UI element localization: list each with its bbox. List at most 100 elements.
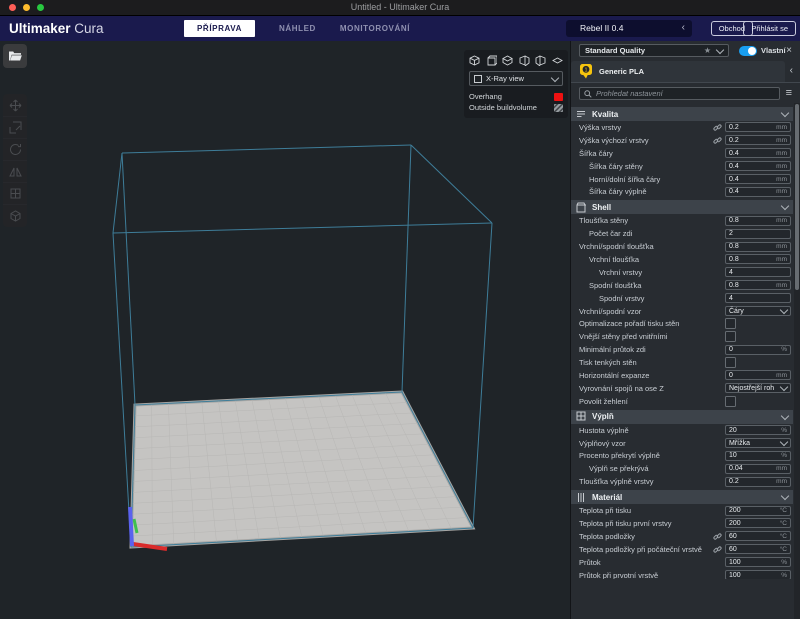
view-3d-icon [469,55,480,66]
setting-value-field[interactable]: 0.8 mm [725,216,791,226]
tab-monitor[interactable]: MONITOROVÁNÍ [340,24,410,33]
setting-dropdown[interactable]: Mřížka [725,438,791,448]
setting-checkbox[interactable] [725,396,736,407]
view-mode-dropdown[interactable]: X-Ray view [469,71,563,86]
legend-item: Overhang [469,91,563,102]
chevron-left-icon: ‹ [682,20,685,36]
setting-checkbox[interactable] [725,331,736,342]
printer-selector[interactable]: Rebel II 0.4 ‹ [566,20,692,37]
open-file-button[interactable] [3,44,27,68]
setting-checkbox[interactable] [725,318,736,329]
tab-prepare[interactable]: PŘÍPRAVA [184,20,255,37]
move-tool-button[interactable] [3,95,27,117]
setting-value-field[interactable]: 0.8 mm [725,280,791,290]
setting-row: Teplota podložky při počáteční vrstvě 60… [579,543,792,556]
rotate-tool-button[interactable] [3,139,27,161]
scale-icon [9,121,22,134]
setting-value-field[interactable]: 100 % [725,557,791,567]
view-top-button[interactable] [502,55,513,66]
setting-value-field[interactable]: 10 % [725,451,791,461]
legend-swatch [554,104,563,112]
tab-preview[interactable]: NÁHLED [279,24,316,33]
setting-value-field[interactable]: 0.4 mm [725,174,791,184]
settings-menu-icon[interactable]: ≡ [786,88,792,99]
setting-value-field[interactable]: 200 °C [725,518,791,528]
view-front-button[interactable] [486,55,497,66]
setting-value-field[interactable]: 0.2 mm [725,135,791,145]
section-header-quality[interactable]: Kvalita [571,107,793,121]
setting-value-field[interactable]: 60 °C [725,544,791,554]
setting-value-field[interactable]: 0.4 mm [725,187,791,197]
setting-row: Výška výchozí vrstvy 0.2 mm [579,134,792,147]
view-bottom-button[interactable] [552,55,563,66]
section-header-infill[interactable]: Výplň [571,410,793,424]
setting-row: Povolit žehlení [579,395,792,408]
profile-dropdown[interactable]: Standard Quality ★ [579,44,729,57]
link-icon [713,545,722,554]
setting-value-field[interactable]: 60 °C [725,531,791,541]
mirror-tool-button[interactable] [3,161,27,183]
zoom-window-button[interactable] [37,4,44,11]
setting-value-field[interactable]: 0.8 mm [725,242,791,252]
setting-dropdown[interactable]: Nejostřejší roh [725,383,791,393]
material-name: Generic PLA [599,67,644,76]
app-header: Ultimaker Cura PŘÍPRAVA NÁHLED MONITOROV… [0,16,800,41]
extruder-tab[interactable]: 1 Generic PLA [571,61,785,82]
view-left-button[interactable] [519,55,530,66]
setting-row: Vrchní/spodní vzor Čáry [579,305,792,318]
setting-value-field[interactable]: 4 [725,267,791,277]
settings-header: Standard Quality ★ Vlastní × 1 Generic P… [571,41,800,100]
setting-value-field[interactable]: 4 [725,293,791,303]
search-input[interactable]: Prohledat nastavení [579,87,780,100]
setting-row: Hustota výplně 20 % [579,424,792,437]
setting-value-field[interactable]: 0.04 mm [725,464,791,474]
scrollbar-track[interactable] [794,103,800,619]
legend-swatch [554,93,563,101]
setting-row: Optimalizace pořadí tisku stěn [579,317,792,330]
star-icon: ★ [704,46,711,55]
setting-checkbox[interactable] [725,357,736,368]
open-folder-icon [8,50,22,62]
setting-value-field[interactable]: 0.4 mm [725,148,791,158]
section-header-material[interactable]: Materiál [571,490,793,504]
chevron-down-icon [781,202,789,210]
custom-toggle[interactable] [739,46,757,56]
scale-tool-button[interactable] [3,117,27,139]
support-blocker-tool-button[interactable] [3,205,27,226]
setting-value-field[interactable]: 0.8 mm [725,254,791,264]
section-header-shell[interactable]: Shell [571,200,793,214]
setting-value-field[interactable]: 0.2 mm [725,477,791,487]
infill-icon [576,411,586,422]
setting-value-field[interactable]: 200 °C [725,506,791,516]
setting-row: Průtok při prvotní vrstvě 100 % [579,569,792,579]
link-icon [713,123,722,132]
setting-value-field[interactable]: 0.2 mm [725,122,791,132]
chevron-left-icon[interactable]: ‹ [790,61,793,81]
quality-icon [576,109,586,120]
close-window-button[interactable] [9,4,16,11]
setting-dropdown[interactable]: Čáry [725,306,791,316]
print-settings-panel: Standard Quality ★ Vlastní × 1 Generic P… [570,41,800,619]
view-3d-button[interactable] [469,55,480,66]
setting-value-field[interactable]: 2 [725,229,791,239]
per-model-settings-tool-button[interactable] [3,183,27,205]
view-right-icon [535,55,546,66]
scrollbar-thumb[interactable] [795,104,799,290]
setting-value-field[interactable]: 0 % [725,345,791,355]
setting-value-field[interactable]: 0.4 mm [725,161,791,171]
minimize-window-button[interactable] [23,4,30,11]
view-right-button[interactable] [535,55,546,66]
setting-row: Výplň se překrývá 0.04 mm [579,462,792,475]
setting-row: Teplota podložky 60 °C [579,530,792,543]
viewport-3d[interactable]: X-Ray view Overhang Outside buildvolume [0,41,570,619]
setting-value-field[interactable]: 20 % [725,425,791,435]
search-row: Prohledat nastavení ≡ [579,87,792,100]
profile-row: Standard Quality ★ Vlastní × [579,44,792,57]
close-icon[interactable]: × [786,46,792,56]
setting-value-field[interactable]: 100 % [725,570,791,579]
setting-row: Počet čar zdi 2 [579,227,792,240]
sign-in-button[interactable]: Přihlásit se [743,21,796,36]
search-icon [584,90,592,98]
setting-value-field[interactable]: 0 mm [725,370,791,380]
titlebar: Untitled - Ultimaker Cura [0,0,800,16]
